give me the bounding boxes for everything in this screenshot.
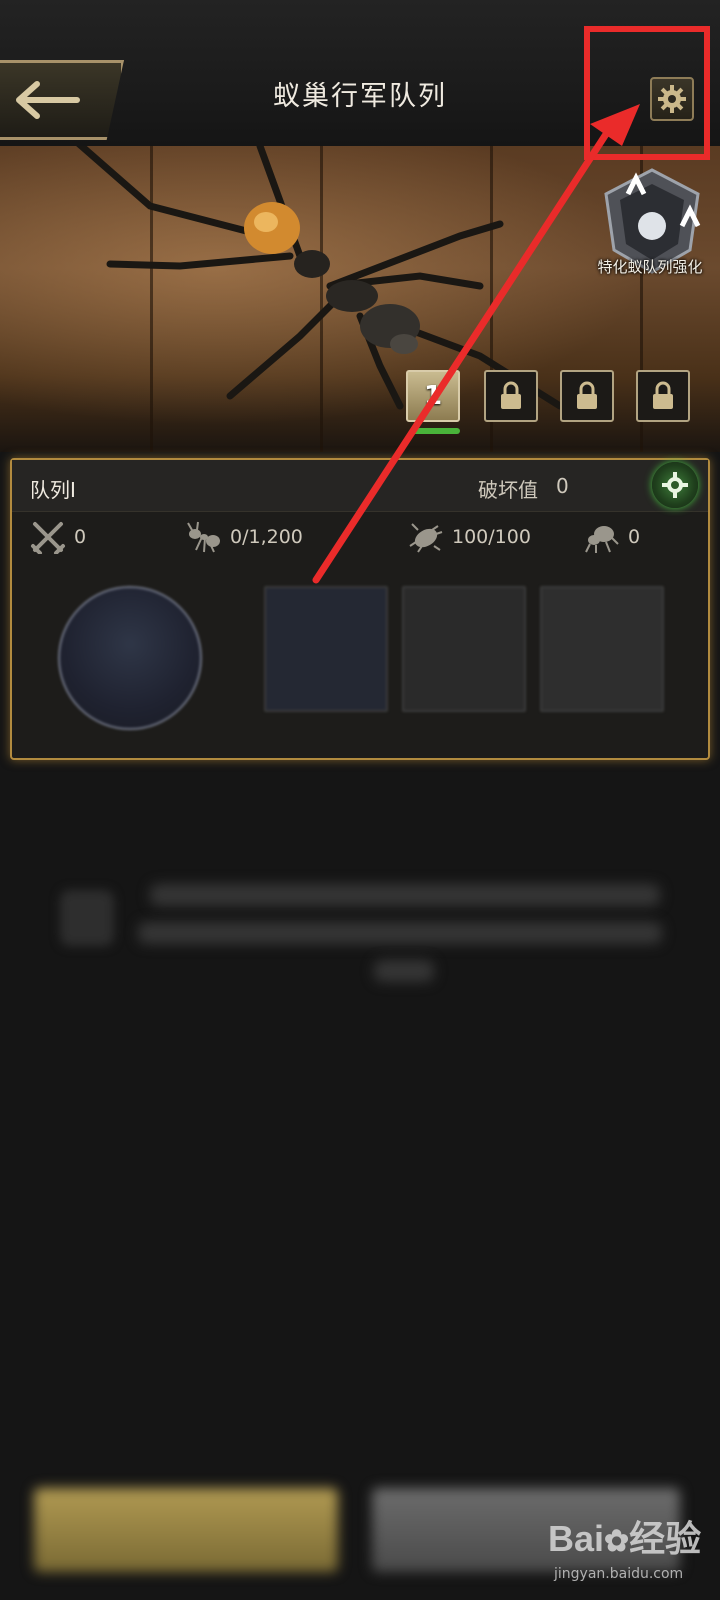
blurred-lock-icon bbox=[60, 890, 114, 946]
stat-special-value: 0 bbox=[628, 526, 641, 548]
queue-panel-header: 队列Ⅰ 破坏值 0 bbox=[12, 460, 708, 512]
stat-attack-value: 0 bbox=[74, 526, 87, 548]
queue-tab-3-locked[interactable] bbox=[560, 370, 614, 422]
lock-icon bbox=[577, 381, 597, 409]
stat-workers: 0/1,200 bbox=[186, 520, 303, 554]
blurred-text-line bbox=[150, 884, 660, 906]
stat-attack: 0 bbox=[30, 520, 86, 554]
queue-name: 队列Ⅰ bbox=[30, 478, 76, 502]
stat-special: 0 bbox=[584, 520, 640, 554]
beetle-icon bbox=[409, 523, 443, 553]
destroy-value: 0 bbox=[556, 474, 569, 498]
troop-slot-2[interactable] bbox=[402, 586, 526, 712]
enhance-label[interactable]: 特化蚁队列强化 bbox=[582, 256, 718, 277]
crossed-swords-icon bbox=[31, 522, 65, 554]
active-tab-indicator bbox=[412, 428, 460, 434]
queue-tab-label: 1 bbox=[423, 381, 443, 411]
queue-tab-1[interactable]: 1 bbox=[406, 370, 460, 422]
queue-tabs: 1 bbox=[0, 370, 720, 440]
commander-portrait-slot[interactable] bbox=[58, 586, 202, 730]
queue-tab-4-locked[interactable] bbox=[636, 370, 690, 422]
lock-icon bbox=[653, 381, 673, 409]
special-ant-icon bbox=[585, 526, 619, 553]
queue-panel: 队列Ⅰ 破坏值 0 0 0/1,200 100/100 0 bbox=[10, 458, 710, 760]
watermark-brand-right: 经验 bbox=[629, 1518, 702, 1559]
stat-beetles-value: 100/100 bbox=[452, 526, 531, 548]
troop-slot-3[interactable] bbox=[540, 586, 664, 712]
lock-icon bbox=[501, 381, 521, 409]
queue-settings-button[interactable] bbox=[652, 462, 698, 508]
gear-icon bbox=[662, 472, 688, 498]
highlight-box bbox=[584, 26, 710, 160]
primary-action-button[interactable] bbox=[34, 1488, 338, 1572]
stat-workers-value: 0/1,200 bbox=[230, 526, 303, 548]
paw-icon: ✿ bbox=[604, 1525, 630, 1558]
queue-stats: 0 0/1,200 100/100 0 bbox=[12, 520, 708, 560]
queue-tab-2-locked[interactable] bbox=[484, 370, 538, 422]
watermark-brand-left: Bai bbox=[548, 1518, 605, 1559]
blurred-text-line bbox=[138, 922, 662, 944]
stat-beetles: 100/100 bbox=[408, 520, 531, 554]
worker-ant-icon bbox=[187, 521, 220, 553]
watermark-url: jingyan.baidu.com bbox=[554, 1566, 684, 1582]
troop-slot-1[interactable] bbox=[264, 586, 388, 712]
baidu-watermark: Bai✿经验 jingyan.baidu.com bbox=[548, 1504, 720, 1600]
watermark-brand: Bai✿经验 bbox=[548, 1510, 701, 1562]
blurred-text-line bbox=[374, 960, 434, 982]
destroy-value-label: 破坏值 bbox=[478, 478, 538, 502]
